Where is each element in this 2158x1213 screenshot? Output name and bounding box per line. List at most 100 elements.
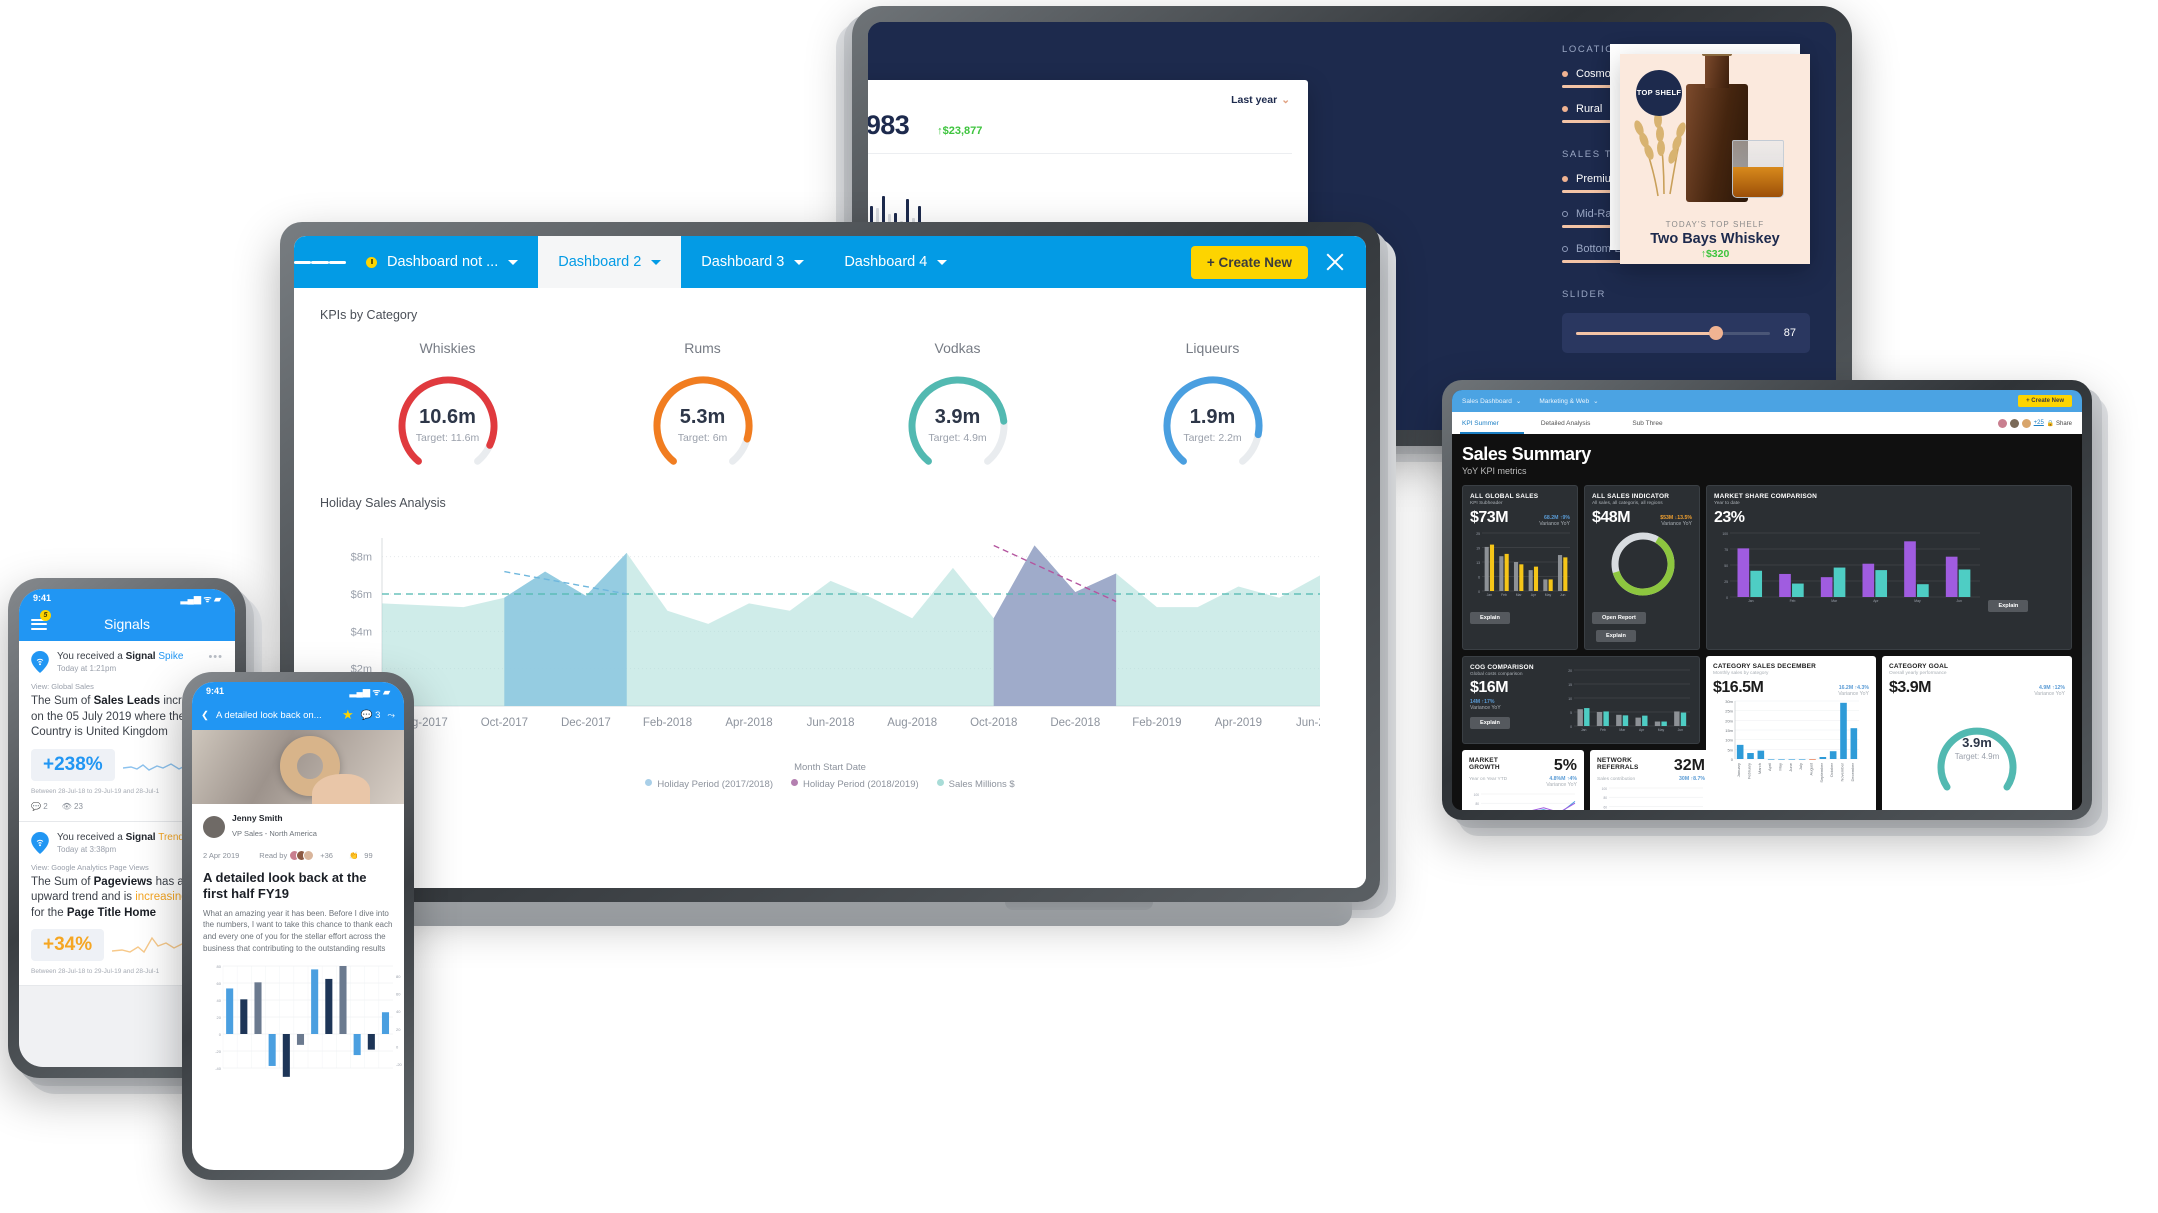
ss-nav-sales-dashboard[interactable]: Sales Dashboard ⌄ (1462, 397, 1521, 406)
create-new-button[interactable]: + Create New (1190, 245, 1308, 279)
comment-count[interactable]: 💬 2 (31, 802, 48, 811)
tab-dashboard-not-saved[interactable]: Dashboard not ... (346, 236, 538, 288)
legend-item[interactable]: Holiday Period (2018/2019) (791, 779, 919, 790)
svg-text:August: August (1809, 762, 1814, 775)
legend-item[interactable]: Sales Millions $ (936, 779, 1015, 790)
ss-card-network-referrals[interactable]: NETWORK REFERRALS 32M Sales contribution… (1590, 750, 1712, 810)
total-sales-value: $4,392,983 (868, 110, 910, 140)
svg-text:20: 20 (217, 1015, 222, 1020)
gauge-target: Target: 4.9m (1954, 752, 2000, 761)
ss-nav-marketing-web[interactable]: Marketing & Web ⌄ (1539, 397, 1598, 406)
card-title: ALL GLOBAL SALES (1470, 493, 1539, 500)
ss-create-new-button[interactable]: + Create New (2018, 395, 2072, 407)
legend-item[interactable]: Holiday Period (2017/2018) (645, 779, 773, 790)
svg-text:80: 80 (217, 964, 222, 969)
slider-control[interactable]: 87 (1562, 313, 1810, 353)
svg-text:Apr: Apr (1639, 728, 1645, 732)
more-options-icon[interactable]: ••• (208, 651, 223, 663)
svg-text:Apr: Apr (1873, 599, 1879, 603)
gauge-value: 5.3m (679, 406, 726, 428)
card-value: 32M (1673, 757, 1705, 774)
star-icon[interactable]: ★ (342, 707, 354, 723)
phone-device-article: 9:41 ▂▄▆ ᯤ ▰ ❮ A detailed look back on..… (182, 672, 414, 1180)
card-variance: 4.8%M ↑4% Variance YoY (1546, 776, 1577, 788)
ss-card-category-goal[interactable]: CATEGORY GOAL Overall yearly performance… (1882, 656, 2072, 810)
share-icon[interactable]: ⤳ (387, 710, 395, 721)
card-bar-chart: 100 75 50 25 0 Jan Feb Mar Apr May Jun (1722, 532, 1980, 603)
slider-knob[interactable] (1708, 326, 1723, 340)
avatar[interactable] (2009, 418, 2019, 428)
ss-card-all-global-sales[interactable]: ALL GLOBAL SALES KPI Subheader $73M 68.2… (1462, 485, 1578, 650)
ss-card-cog-comparison[interactable]: COG COMPARISON Global costs comparison $… (1462, 656, 1700, 744)
svg-text:60: 60 (217, 981, 222, 986)
comment-icon[interactable]: 💬 3 (361, 710, 381, 721)
kpi-gauge-whiskies[interactable]: Whiskies 10.6m Target: 11.6m (348, 340, 548, 486)
svg-text:Mar: Mar (1516, 593, 1523, 597)
ss-card-category-sales-december[interactable]: CATEGORY SALES DECEMBER Monthly sales by… (1706, 656, 1876, 810)
explain-button[interactable]: Explain (1470, 612, 1510, 624)
legend-swatch (936, 779, 944, 786)
article-author[interactable]: Jenny Smith VP Sales - North America (203, 813, 393, 841)
signal-time: Today at 3:38pm (57, 844, 117, 854)
slider-title: SLIDER (1562, 289, 1606, 300)
hamburger-icon[interactable] (294, 236, 346, 288)
svg-text:Feb: Feb (1600, 728, 1606, 732)
ss-share-button[interactable]: 🔒 Share (2047, 420, 2072, 427)
ss-card-row-2: COG COMPARISON Global costs comparison $… (1462, 656, 2072, 810)
ss-tab-sub-three[interactable]: Sub Three (1632, 420, 1662, 427)
x-tick-label: Jun-2019 (1296, 717, 1320, 729)
chevron-down-icon (794, 259, 805, 265)
status-time: 9:41 (206, 686, 225, 696)
explain-button[interactable]: Explain (1470, 717, 1510, 729)
ss-card-market-growth[interactable]: MARKET GROWTH 5% Year on Year YTD 4.8%M … (1462, 750, 1584, 810)
gauge-target: Target: 6m (677, 432, 728, 444)
chevron-down-icon (651, 259, 662, 265)
tab-dashboard-4[interactable]: Dashboard 4 (824, 236, 967, 288)
ss-tab-kpi-summer[interactable]: KPI Summer (1462, 420, 1499, 427)
ss-tabbar: KPI Summer Detailed Analysis Sub Three +… (1452, 412, 2082, 434)
kpi-section-title: KPIs by Category (320, 308, 418, 322)
slider-value: 87 (1783, 327, 1796, 339)
total-sales-delta: ↑$23,877 (937, 125, 983, 137)
close-icon[interactable] (1324, 251, 1346, 273)
back-icon[interactable]: ❮ (201, 710, 209, 721)
ss-more-users-count[interactable]: +25 (2034, 420, 2044, 426)
signal-metric: +34% (31, 929, 105, 962)
highlight-band (993, 545, 1117, 706)
holiday-sales-area-chart: $0m$2m$4m$6m$8mAug-2017Oct-2017Dec-2017F… (351, 538, 1344, 729)
bullet-icon (1562, 246, 1568, 252)
kpi-gauge-vodkas[interactable]: Vodkas 3.9m Target: 4.9m (858, 340, 1058, 486)
period-selector[interactable]: Last year ⌄ (1231, 94, 1290, 106)
legend-label: Holiday Period (2017/2018) (657, 779, 773, 790)
gauge-target: Target: 4.9m (928, 432, 987, 444)
open-report-button[interactable]: Open Report (1592, 612, 1646, 624)
svg-text:Apr: Apr (1531, 593, 1537, 597)
svg-text:Jan: Jan (1748, 599, 1754, 603)
explain-button[interactable]: Explain (1596, 630, 1636, 642)
clap-icon[interactable]: 👏 (349, 851, 358, 860)
ss-card-all-sales-indicator[interactable]: ALL SALES INDICATOR All sales, all categ… (1584, 485, 1700, 650)
gauge-label: Whiskies (419, 340, 476, 356)
avatar[interactable] (1997, 418, 2007, 428)
tab-dashboard-2[interactable]: Dashboard 2 (538, 236, 682, 288)
ss-card-market-share-comparison[interactable]: MARKET SHARE COMPARISON Year to date 23%… (1706, 485, 2072, 650)
svg-text:6: 6 (1478, 576, 1480, 580)
devices-showcase: LOCATION Cosmopolitan $234,957 ↑$23,877 (0, 0, 2158, 1213)
kpi-gauge-rums[interactable]: Rums 5.3m Target: 6m (603, 340, 803, 486)
top-shelf-kicker: TODAY'S TOP SHELF (1665, 220, 1765, 229)
svg-text:100: 100 (1722, 532, 1728, 536)
avatar[interactable] (2021, 418, 2031, 428)
kpi-gauge-liqueurs[interactable]: Liqueurs 1.9m Target: 2.2m (1113, 340, 1313, 486)
svg-text:20: 20 (396, 1027, 401, 1032)
slider-track[interactable] (1576, 326, 1770, 340)
explain-button[interactable]: Explain (1988, 600, 2029, 612)
signal-pin-icon (31, 651, 49, 673)
top-shelf-card[interactable]: TOP SHELF TODAY'S TOP SHELF Two Bays Whi… (1620, 54, 1810, 264)
card-subtitle: Year to date (1714, 501, 1740, 506)
tab-dashboard-3[interactable]: Dashboard 3 (681, 236, 824, 288)
card-value: $3.9M (1889, 679, 1931, 696)
svg-text:20m: 20m (1725, 718, 1733, 723)
svg-text:0: 0 (1570, 725, 1572, 729)
ss-tab-detailed-analysis[interactable]: Detailed Analysis (1541, 420, 1591, 427)
svg-text:100: 100 (1474, 793, 1480, 797)
